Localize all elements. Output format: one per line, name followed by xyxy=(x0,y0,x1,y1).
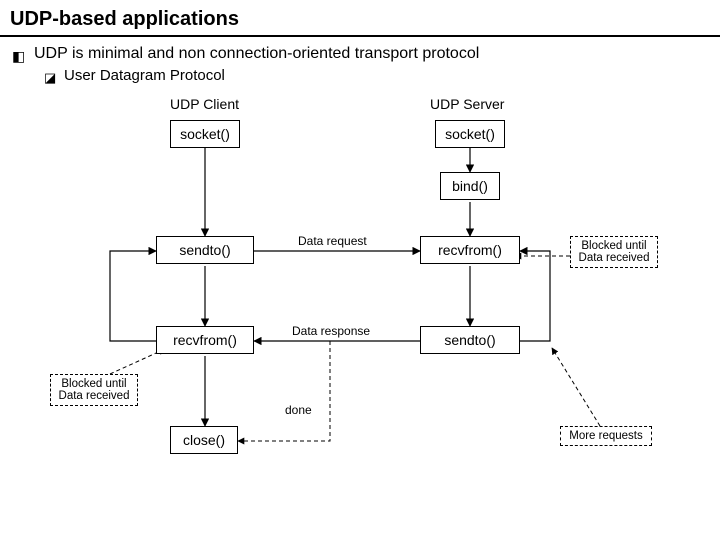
bullet-point-2: ◪ User Datagram Protocol xyxy=(44,67,720,84)
client-sendto-node: sendto() xyxy=(156,236,254,264)
data-response-label: Data response xyxy=(292,324,370,338)
client-recvfrom-node: recvfrom() xyxy=(156,326,254,354)
server-sendto-node: sendto() xyxy=(420,326,520,354)
server-blocked-note: Blocked until Data received xyxy=(570,236,658,268)
page-title: UDP-based applications xyxy=(0,0,720,37)
bullet-1-text: UDP is minimal and non connection-orient… xyxy=(34,45,479,62)
client-blocked-note: Blocked until Data received xyxy=(50,374,138,406)
bullet-point-1: ◧ UDP is minimal and non connection-orie… xyxy=(12,45,720,63)
server-socket-node: socket() xyxy=(435,120,505,148)
client-close-node: close() xyxy=(170,426,238,454)
server-bind-node: bind() xyxy=(440,172,500,200)
square-bullet-icon: ◧ xyxy=(12,48,25,65)
data-request-label: Data request xyxy=(298,234,367,248)
client-header: UDP Client xyxy=(170,96,239,112)
server-recvfrom-node: recvfrom() xyxy=(420,236,520,264)
flow-diagram: UDP Client UDP Server socket() sendto() … xyxy=(70,96,670,506)
square-bullet-icon: ◪ xyxy=(44,70,56,86)
server-header: UDP Server xyxy=(430,96,504,112)
client-socket-node: socket() xyxy=(170,120,240,148)
more-requests-note: More requests xyxy=(560,426,652,446)
bullet-2-text: User Datagram Protocol xyxy=(64,67,225,84)
done-label: done xyxy=(285,403,312,417)
